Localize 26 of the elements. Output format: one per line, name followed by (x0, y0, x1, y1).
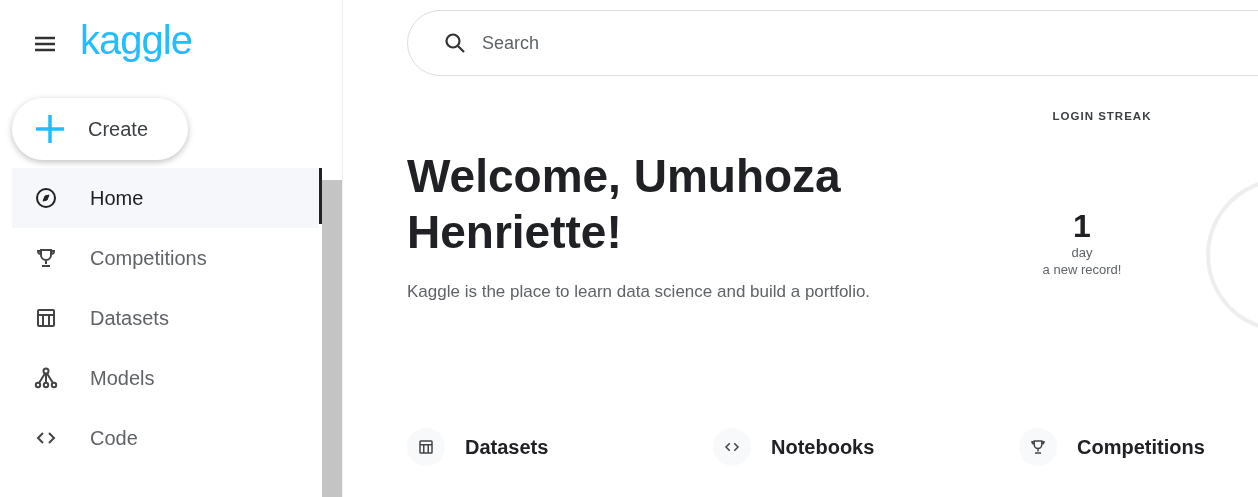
sidebar-item[interactable]: Competitions (12, 228, 319, 288)
streak-value: 1 (1073, 208, 1091, 245)
welcome-subtitle: Kaggle is the place to learn data science and build a portfolio. (407, 282, 872, 302)
sidebar-item[interactable]: Models (12, 348, 319, 408)
sidebar-item[interactable]: Home (12, 168, 319, 228)
trophy-icon (34, 246, 58, 270)
table-icon (417, 438, 435, 456)
scrollbar[interactable] (322, 180, 342, 497)
compass-icon (34, 186, 58, 210)
trophy-icon (1029, 438, 1047, 456)
network-icon (34, 366, 58, 390)
search-field[interactable]: Search (407, 10, 1258, 76)
section-title[interactable]: Datasets (465, 435, 549, 459)
create-button[interactable]: Create (12, 98, 188, 160)
sidebar-item[interactable]: Code (12, 408, 319, 468)
table-icon (34, 306, 58, 330)
menu-icon[interactable] (34, 36, 56, 52)
streak-note: a new record! (1042, 262, 1122, 277)
streak-unit: day (1071, 245, 1093, 260)
streak-label: LOGIN STREAK (1052, 110, 1152, 122)
plus-icon (34, 113, 66, 145)
search-icon (443, 31, 467, 55)
section-title[interactable]: Competitions (1077, 435, 1205, 459)
sidebar-item[interactable]: Datasets (12, 288, 319, 348)
welcome-heading: Welcome, Umuhoza Henriette! (407, 149, 842, 260)
section-title[interactable]: Notebooks (771, 435, 875, 459)
